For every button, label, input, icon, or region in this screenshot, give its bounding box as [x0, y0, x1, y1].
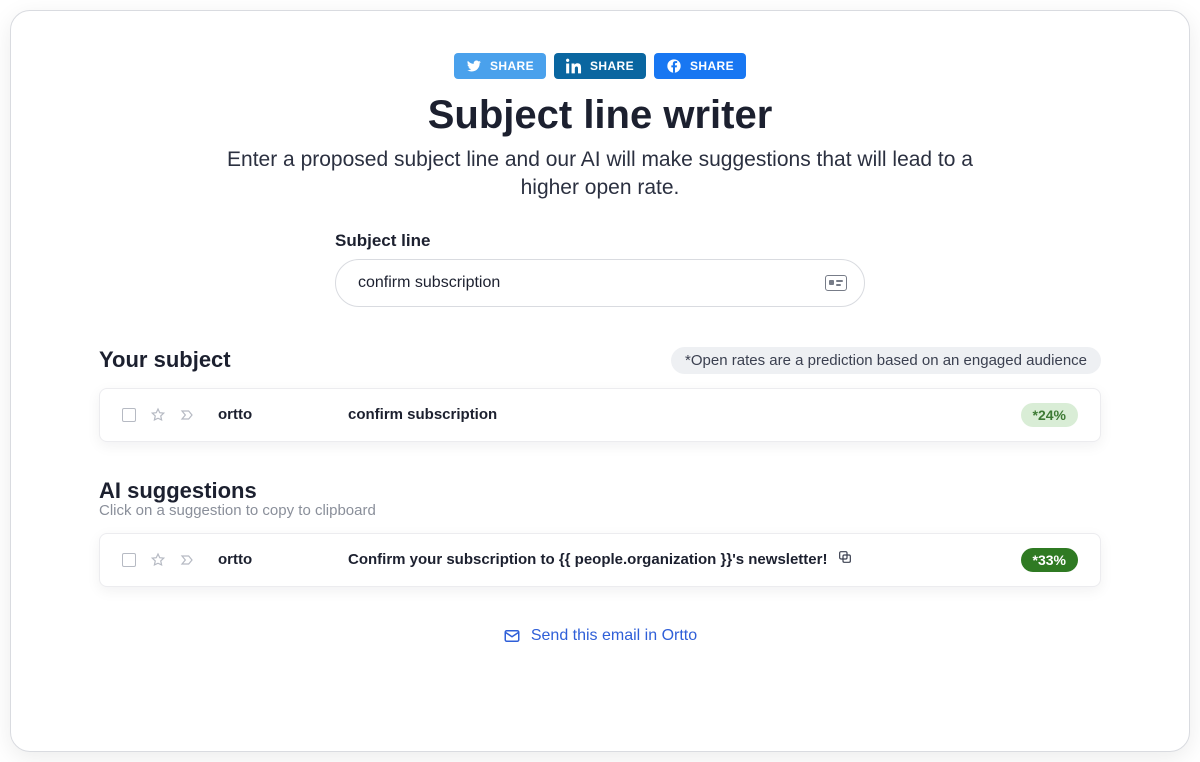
- subject-input[interactable]: [335, 259, 865, 307]
- share-linkedin-label: SHARE: [590, 59, 634, 73]
- facebook-icon: [666, 58, 682, 74]
- share-row: SHARE SHARE SHARE: [454, 53, 746, 79]
- linkedin-icon: [566, 58, 582, 74]
- app-window: SHARE SHARE SHARE Subject line writer En…: [10, 10, 1190, 752]
- sender-name: ortto: [218, 551, 348, 568]
- subject-field: Subject line: [335, 231, 865, 307]
- checkbox-icon[interactable]: [122, 408, 136, 422]
- ai-hint: Click on a suggestion to copy to clipboa…: [99, 502, 1101, 519]
- ai-suggestion-text: Confirm your subscription to {{ people.o…: [348, 551, 827, 568]
- tag-icon[interactable]: [180, 407, 196, 423]
- send-row: Send this email in Ortto: [503, 627, 697, 645]
- tag-icon[interactable]: [180, 552, 196, 568]
- open-rate-badge: *33%: [1021, 548, 1078, 572]
- your-subject-heading: Your subject: [99, 347, 231, 373]
- ai-header: AI suggestions: [99, 478, 1101, 504]
- ai-heading: AI suggestions: [99, 478, 257, 504]
- sender-name: ortto: [218, 406, 348, 423]
- share-linkedin-button[interactable]: SHARE: [554, 53, 646, 79]
- page-subtitle: Enter a proposed subject line and our AI…: [220, 146, 980, 203]
- your-subject-card: ortto confirm subscription *24%: [99, 388, 1101, 442]
- your-subject-header: Your subject *Open rates are a predictio…: [99, 347, 1101, 374]
- star-icon[interactable]: [150, 552, 166, 568]
- share-twitter-button[interactable]: SHARE: [454, 53, 546, 79]
- subject-field-label: Subject line: [335, 231, 865, 251]
- share-twitter-label: SHARE: [490, 59, 534, 73]
- open-rate-badge: *24%: [1021, 403, 1078, 427]
- page-title: Subject line writer: [428, 93, 773, 138]
- open-rate-note: *Open rates are a prediction based on an…: [671, 347, 1101, 374]
- twitter-icon: [466, 58, 482, 74]
- send-in-ortto-link[interactable]: Send this email in Ortto: [531, 627, 697, 645]
- copy-icon[interactable]: [837, 549, 853, 570]
- share-facebook-button[interactable]: SHARE: [654, 53, 746, 79]
- your-subject-text: confirm subscription: [348, 406, 497, 423]
- subject-input-wrap: [335, 259, 865, 307]
- share-facebook-label: SHARE: [690, 59, 734, 73]
- row-icons: [122, 552, 196, 568]
- autofill-icon[interactable]: [825, 275, 847, 291]
- star-icon[interactable]: [150, 407, 166, 423]
- mail-icon: [503, 627, 521, 645]
- row-icons: [122, 407, 196, 423]
- ai-suggestion-card[interactable]: ortto Confirm your subscription to {{ pe…: [99, 533, 1101, 587]
- checkbox-icon[interactable]: [122, 553, 136, 567]
